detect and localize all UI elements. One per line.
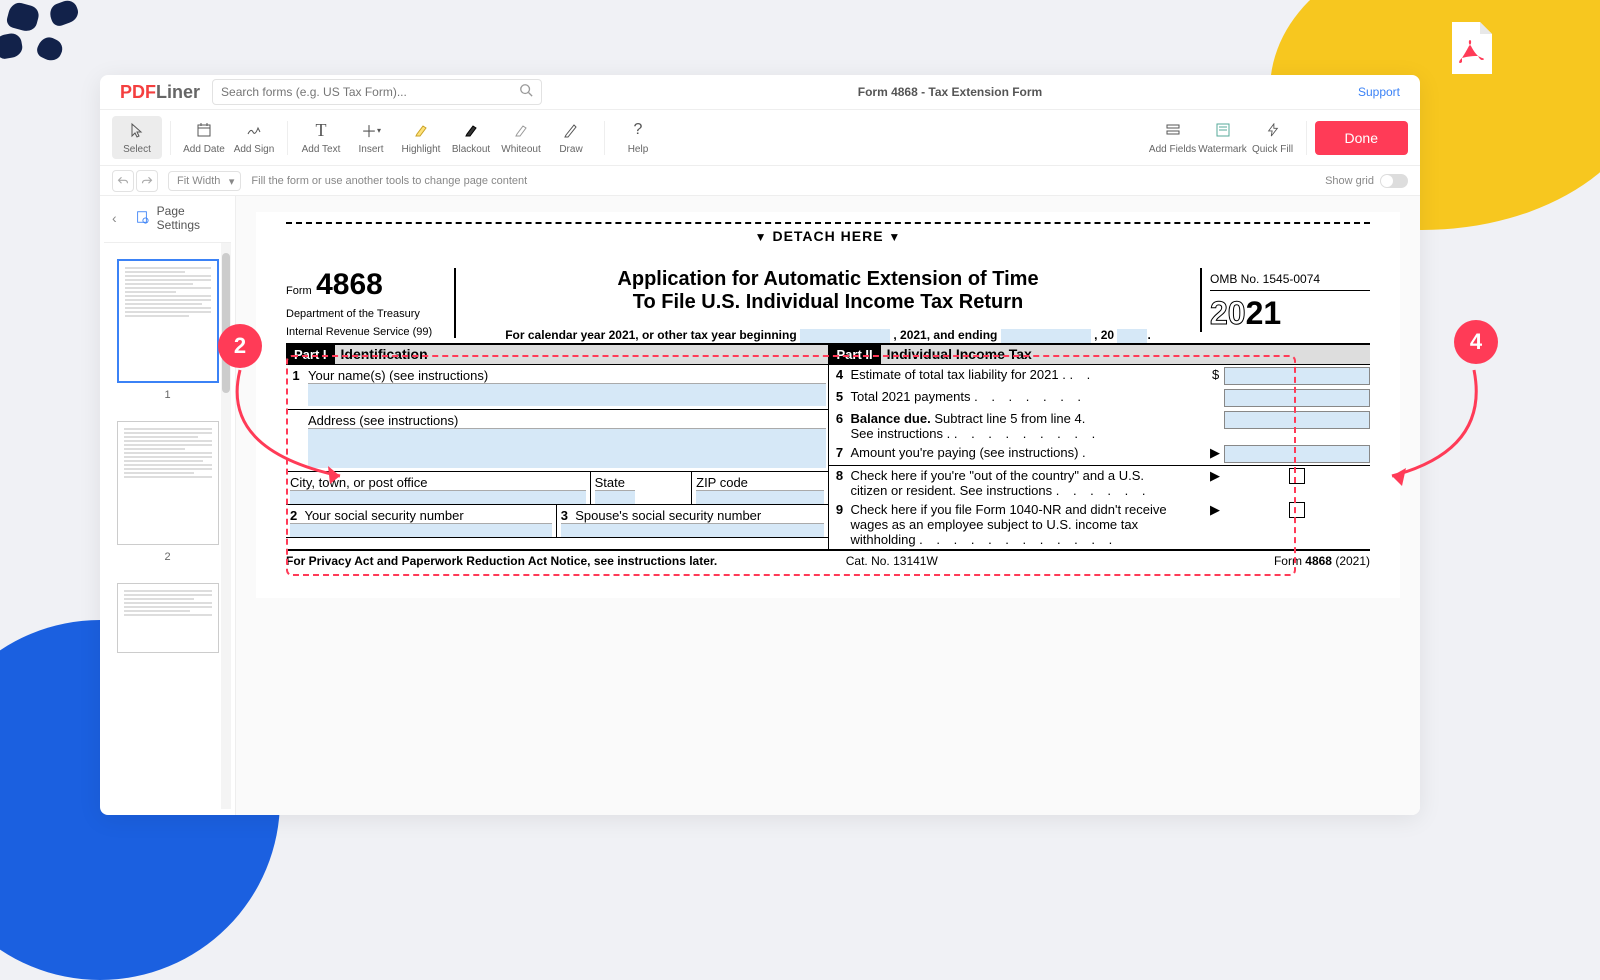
form-year: 2021 <box>1210 291 1370 332</box>
chevron-down-icon: ▾ <box>229 175 235 188</box>
form-footer: For Privacy Act and Paperwork Reduction … <box>286 549 1370 568</box>
tool-insert[interactable]: ＋▾Insert <box>346 116 396 159</box>
toolbar: Select Add Date Add Sign TAdd Text ＋▾Ins… <box>100 110 1420 166</box>
hint-text: Fill the form or use another tools to ch… <box>251 175 527 187</box>
tool-watermark[interactable]: Watermark <box>1198 116 1248 159</box>
pdf-icon <box>1440 18 1500 78</box>
text-icon: T <box>316 120 327 140</box>
tool-add-fields[interactable]: Add Fields <box>1148 116 1198 159</box>
document-title: Form 4868 - Tax Extension Form <box>542 85 1358 99</box>
field-line7[interactable] <box>1224 445 1370 463</box>
field-line4[interactable] <box>1224 367 1370 385</box>
main-area: ‹ Page Settings 1 2 <box>100 196 1420 815</box>
tool-quick-fill[interactable]: Quick Fill <box>1248 116 1298 159</box>
part-2: Part IIIndividual Income Tax 4Estimate o… <box>829 345 1371 549</box>
form-title-line2: To File U.S. Individual Income Tax Retur… <box>476 291 1180 314</box>
whiteout-icon <box>513 120 529 140</box>
page-settings-icon <box>135 210 149 227</box>
tool-select[interactable]: Select <box>112 116 162 159</box>
checkbox-line9[interactable] <box>1289 502 1305 518</box>
detach-line: ▼ DETACH HERE ▼ <box>286 222 1370 244</box>
lightning-icon <box>1266 120 1280 140</box>
page-thumbnail-3[interactable] <box>117 583 219 653</box>
search-input-wrap[interactable] <box>212 79 542 105</box>
pencil-icon <box>563 120 579 140</box>
tool-blackout[interactable]: Blackout <box>446 116 496 159</box>
field-address[interactable] <box>308 428 826 468</box>
support-link[interactable]: Support <box>1358 85 1400 99</box>
field-tax-year-begin[interactable] <box>800 329 890 343</box>
thumb-label-1: 1 <box>114 389 221 401</box>
search-input[interactable] <box>221 85 519 99</box>
tool-add-sign[interactable]: Add Sign <box>229 116 279 159</box>
tool-highlight[interactable]: Highlight <box>396 116 446 159</box>
checkbox-line8[interactable] <box>1289 468 1305 484</box>
logo: PDFLiner <box>120 82 200 103</box>
field-name[interactable] <box>308 383 826 406</box>
secondary-bar: Fit Width ▾ Fill the form or use another… <box>100 166 1420 196</box>
field-line6[interactable] <box>1224 411 1370 429</box>
annotation-bubble-2: 2 <box>218 324 262 368</box>
form-header: Form 4868 Department of the Treasury Int… <box>286 268 1370 345</box>
zoom-select[interactable]: Fit Width ▾ <box>168 171 241 191</box>
sidebar-back[interactable]: ‹ <box>112 210 117 226</box>
redo-button[interactable] <box>136 170 158 192</box>
form-page: ▼ DETACH HERE ▼ Form 4868 Department of … <box>256 212 1400 598</box>
page-thumbnail-1[interactable] <box>117 259 219 383</box>
form-title-line1: Application for Automatic Extension of T… <box>476 268 1180 291</box>
field-state[interactable] <box>595 490 635 504</box>
sidebar: ‹ Page Settings 1 2 <box>100 196 236 815</box>
field-spouse-ssn[interactable] <box>561 523 824 537</box>
fields-icon <box>1165 120 1181 140</box>
signature-icon <box>246 120 262 140</box>
field-tax-year-end[interactable] <box>1001 329 1091 343</box>
tool-help[interactable]: ?Help <box>613 116 663 159</box>
tool-add-date[interactable]: Add Date <box>179 116 229 159</box>
field-zip[interactable] <box>696 490 823 504</box>
field-ssn[interactable] <box>290 523 552 537</box>
page-thumbnail-2[interactable] <box>117 421 219 545</box>
highlight-icon <box>413 120 429 140</box>
calendar-icon <box>196 120 212 140</box>
blackout-icon <box>463 120 479 140</box>
done-button[interactable]: Done <box>1315 121 1408 155</box>
tool-add-text[interactable]: TAdd Text <box>296 116 346 159</box>
field-city[interactable] <box>290 490 586 504</box>
editor-window: PDFLiner Form 4868 - Tax Extension Form … <box>100 75 1420 815</box>
show-grid-label: Show grid <box>1325 175 1374 187</box>
field-line5[interactable] <box>1224 389 1370 407</box>
thumb-label-2: 2 <box>114 551 221 563</box>
undo-button[interactable] <box>112 170 134 192</box>
field-tax-year-yy[interactable] <box>1117 329 1147 343</box>
annotation-bubble-4: 4 <box>1454 320 1498 364</box>
cursor-icon <box>129 120 145 140</box>
search-icon <box>519 83 533 102</box>
part-1: Part IIdentification 1Your name(s) (see … <box>286 345 829 549</box>
watermark-icon <box>1215 120 1231 140</box>
canvas: ▼ DETACH HERE ▼ Form 4868 Department of … <box>236 196 1420 815</box>
help-icon: ? <box>634 120 643 140</box>
page-settings-label[interactable]: Page Settings <box>157 204 223 232</box>
plus-icon: ＋▾ <box>361 120 381 140</box>
tool-whiteout[interactable]: Whiteout <box>496 116 546 159</box>
omb-number: OMB No. 1545-0074 <box>1210 268 1370 291</box>
topbar: PDFLiner Form 4868 - Tax Extension Form … <box>100 75 1420 110</box>
show-grid-toggle[interactable] <box>1380 174 1408 188</box>
tool-draw[interactable]: Draw <box>546 116 596 159</box>
